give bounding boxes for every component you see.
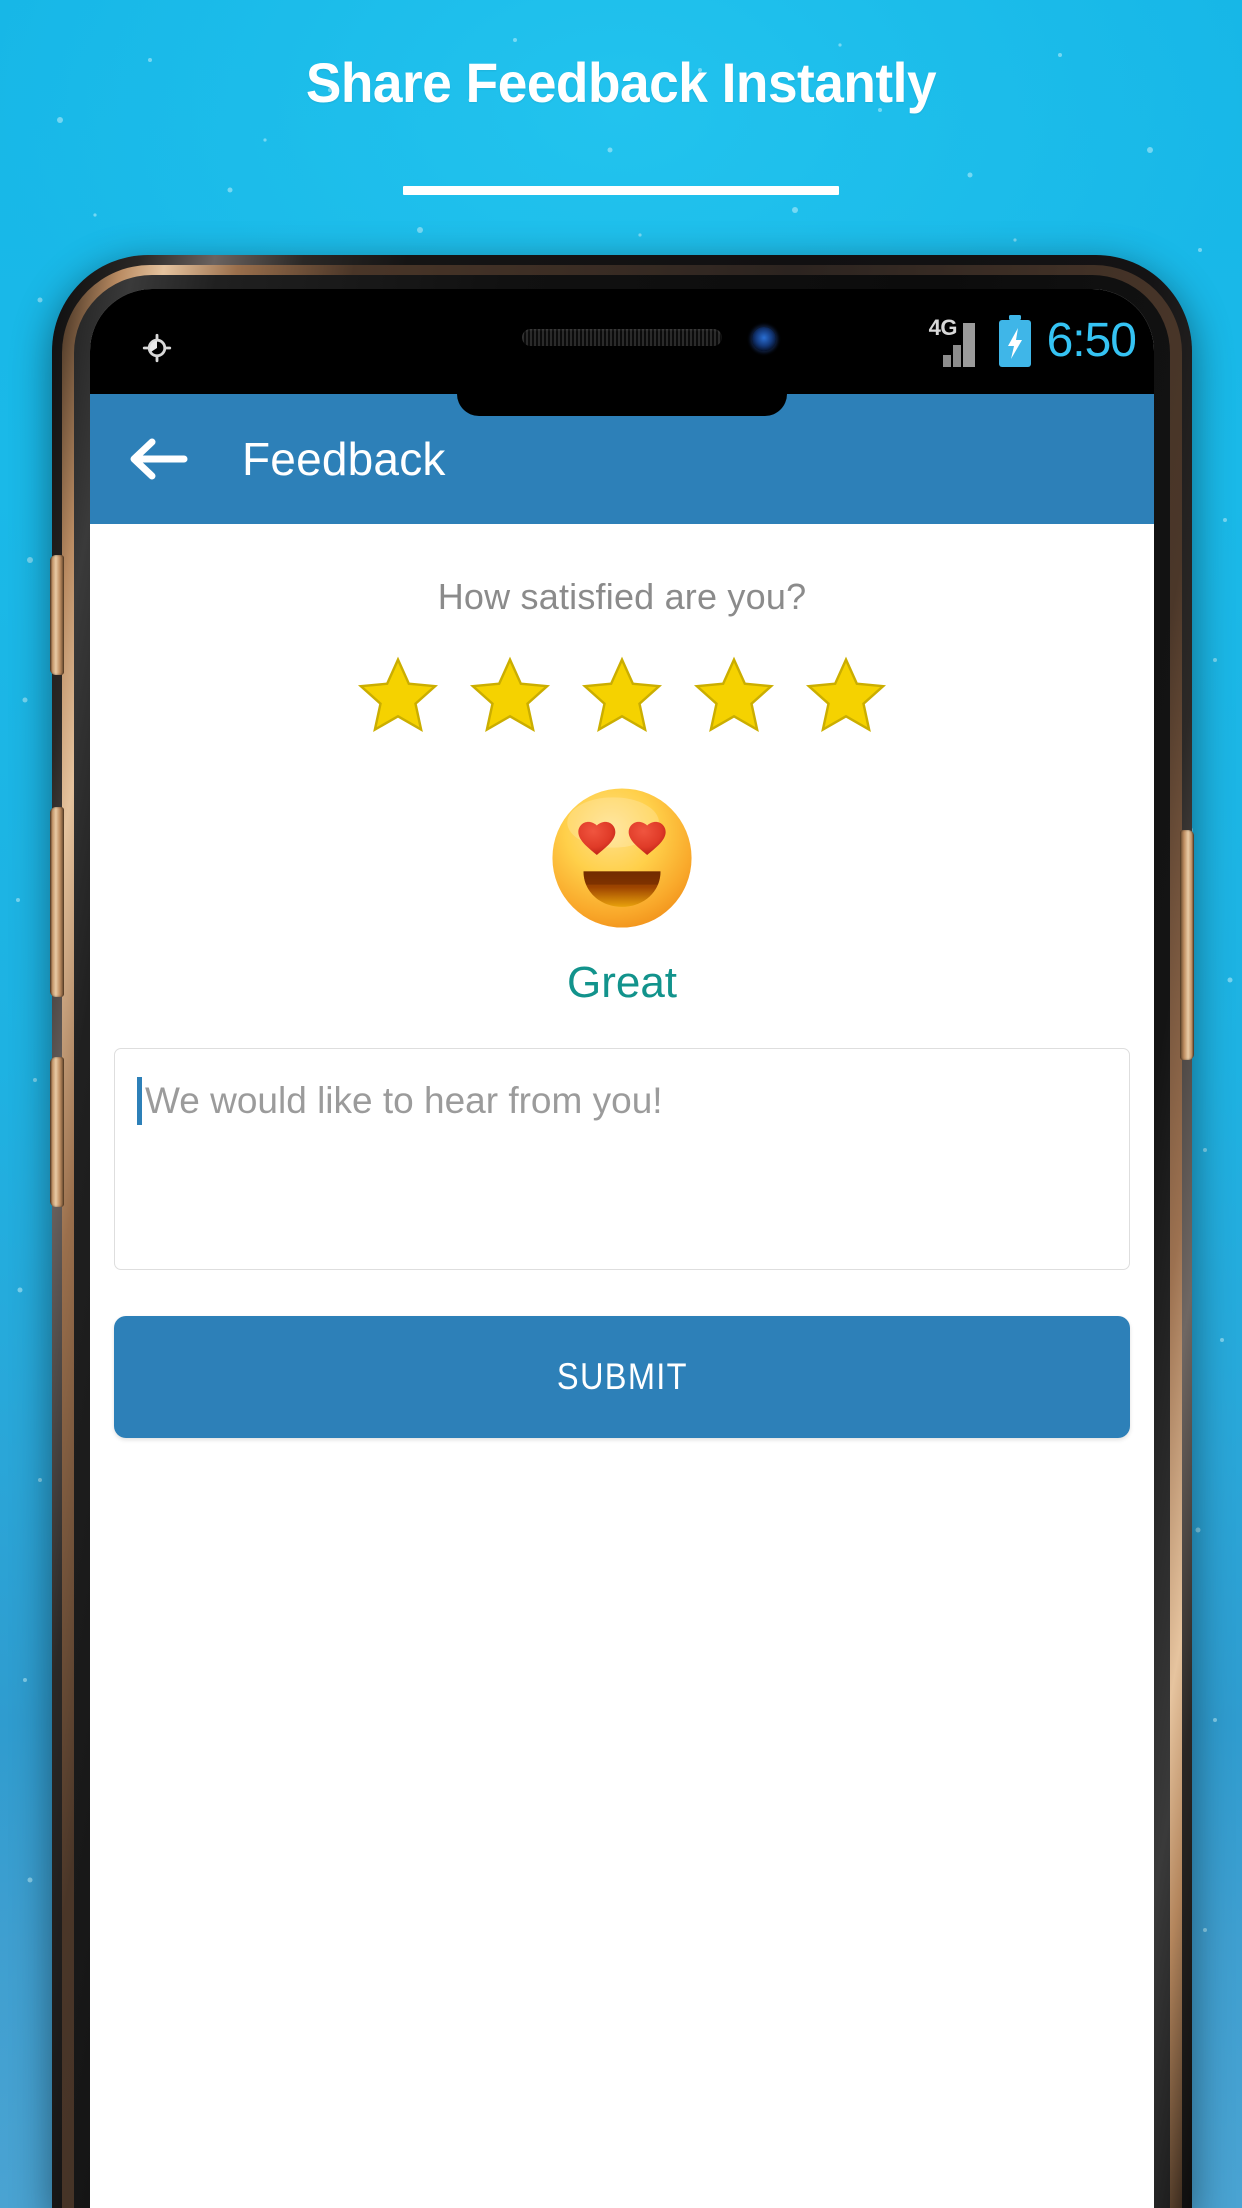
star-icon[interactable]: [692, 654, 776, 738]
assistant-button[interactable]: [50, 1057, 64, 1207]
battery-charging-icon: [998, 315, 1031, 367]
volume-down-button[interactable]: [50, 807, 64, 997]
mood-label: Great: [566, 958, 678, 1007]
back-arrow-icon[interactable]: [128, 436, 190, 482]
star-rating[interactable]: [90, 654, 1154, 738]
page-title: Share Feedback Instantly: [305, 51, 937, 114]
status-clock: 6:50: [1046, 314, 1137, 367]
smiling-face-with-heart-eyes-emoji: [552, 788, 692, 928]
comment-placeholder: We would like to hear from you!: [145, 1080, 663, 1121]
feedback-form: How satisfied are you? Great We would li…: [90, 524, 1154, 1438]
screen-notch: [457, 394, 787, 416]
star-icon[interactable]: [804, 654, 888, 738]
comment-textarea[interactable]: We would like to hear from you!: [114, 1048, 1130, 1270]
text-caret: [137, 1077, 142, 1125]
phone-mockup: 4G 6:50 Feedback How satisfied are you? …: [50, 255, 1194, 2208]
star-icon[interactable]: [356, 654, 440, 738]
volume-up-button[interactable]: [50, 555, 64, 675]
device-screen-bezel: 4G 6:50 Feedback How satisfied are you? …: [90, 289, 1154, 2208]
app-screen: 4G 6:50 Feedback How satisfied are you? …: [90, 289, 1154, 2208]
star-icon[interactable]: [580, 654, 664, 738]
submit-button[interactable]: SUBMIT: [114, 1316, 1130, 1438]
location-icon: [142, 333, 172, 363]
status-bar: 4G 6:50: [90, 289, 1154, 394]
submit-button-label: SUBMIT: [556, 1356, 688, 1397]
satisfaction-question: How satisfied are you?: [437, 576, 807, 617]
star-icon[interactable]: [468, 654, 552, 738]
front-camera: [752, 327, 776, 351]
app-bar-title: Feedback: [242, 433, 446, 485]
title-divider: [403, 186, 839, 195]
signal-bars-icon: 4G: [929, 315, 983, 367]
power-button[interactable]: [1180, 830, 1194, 1060]
status-bar-icons: 4G 6:50: [929, 314, 1137, 367]
earpiece-speaker: [522, 329, 722, 346]
mood-emoji-wrap: [90, 784, 1154, 932]
